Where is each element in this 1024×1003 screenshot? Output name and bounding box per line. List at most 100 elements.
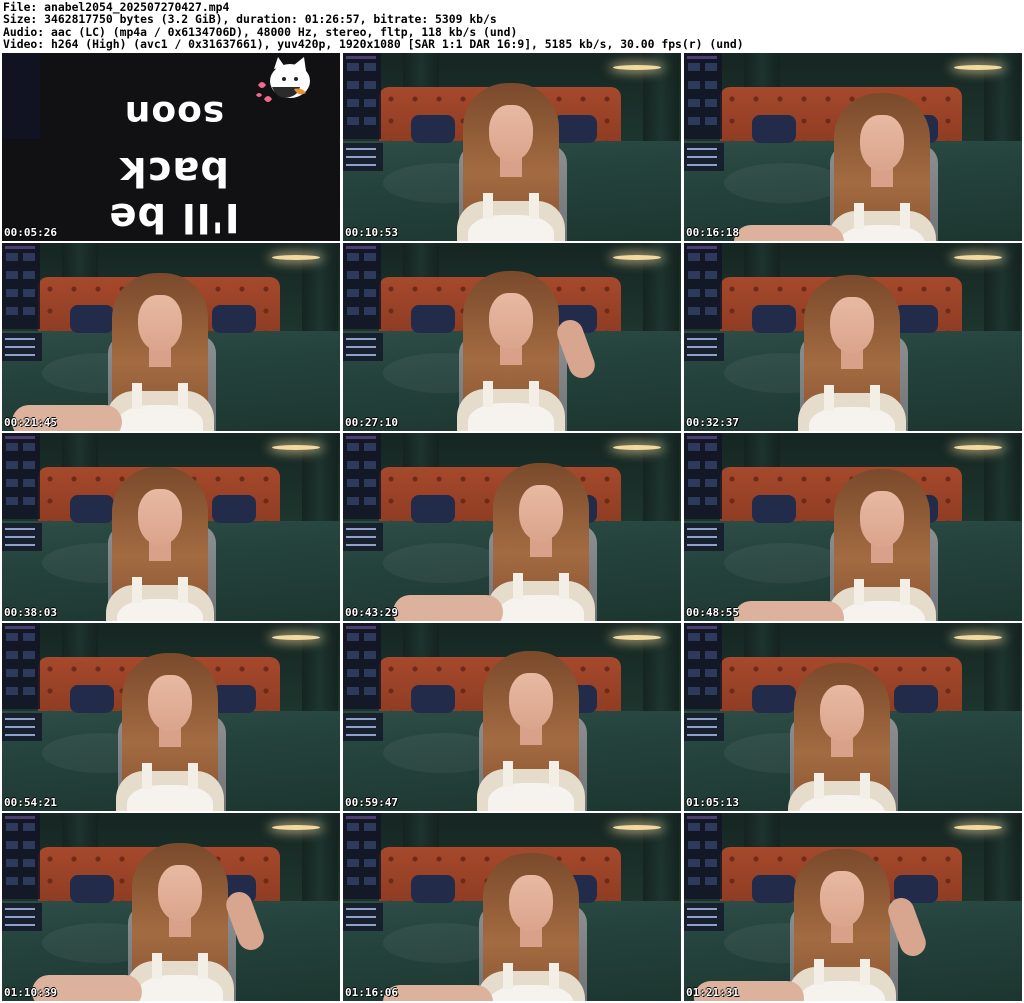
chat-line [346, 544, 376, 546]
tank-top [468, 403, 554, 431]
thumbnail-frame[interactable]: 00:43:29 [343, 433, 681, 621]
chat-line [346, 718, 376, 720]
thumbnail-frame[interactable]: 00:38:03 [2, 433, 340, 621]
pillow [752, 115, 796, 143]
chat-line [346, 908, 376, 910]
chat-line [346, 338, 376, 340]
thumbnail-frame[interactable]: 00:16:18 [684, 53, 1022, 241]
stream-stats-overlay [684, 813, 722, 899]
stats-cell [364, 497, 376, 505]
timestamp-label: 01:16:06 [345, 986, 398, 999]
stats-cell [6, 841, 18, 849]
stats-cell [364, 633, 376, 641]
stats-cell [705, 859, 717, 867]
pillow [411, 875, 455, 903]
stats-cell [6, 253, 18, 261]
stats-cell [705, 669, 717, 677]
face [820, 871, 864, 927]
stream-stats-overlay [684, 433, 722, 519]
thumbnail-frame[interactable]: 01:21:31 [684, 813, 1022, 1001]
thumbnail-frame[interactable]: 00:10:53 [343, 53, 681, 241]
stats-bar [346, 246, 376, 249]
stats-cell [23, 479, 35, 487]
ceiling-lamp [954, 825, 1002, 830]
stats-cell [6, 271, 18, 279]
chat-line [346, 156, 376, 158]
thumbnail-frame[interactable]: 01:05:13 [684, 623, 1022, 811]
top-strap [178, 383, 188, 409]
thumbnail-frame[interactable]: 00:59:47 [343, 623, 681, 811]
knee [734, 601, 844, 621]
stats-cell [364, 651, 376, 659]
chat-line [346, 924, 376, 926]
chat-line [687, 354, 717, 356]
pillow [212, 495, 256, 523]
top-strap [152, 953, 162, 979]
chat-line [687, 164, 717, 166]
thumbnail-frame[interactable]: 00:32:37 [684, 243, 1022, 431]
stats-cell [705, 633, 717, 641]
top-strap [529, 381, 539, 407]
chat-line [687, 908, 717, 910]
timestamp-label: 01:21:31 [686, 986, 739, 999]
chat-line [5, 734, 35, 736]
chat-line [687, 916, 717, 918]
thumbnail-frame[interactable]: 00:21:45 [2, 243, 340, 431]
ceiling-lamp [954, 635, 1002, 640]
chat-line [346, 726, 376, 728]
stats-cell [364, 479, 376, 487]
knee [734, 225, 844, 241]
knee [383, 985, 493, 1001]
stats-cell [688, 877, 700, 885]
tank-top [117, 405, 203, 431]
stats-cell [688, 841, 700, 849]
stats-cell [705, 651, 717, 659]
chat-line [346, 354, 376, 356]
top-strap [178, 577, 188, 603]
face [138, 489, 182, 545]
top-strap [142, 763, 152, 789]
pillow [70, 305, 114, 333]
tank-top [117, 599, 203, 621]
stats-cell [688, 289, 700, 297]
stream-stats-overlay [343, 433, 381, 519]
stats-cell [688, 859, 700, 867]
chat-line [687, 718, 717, 720]
stats-cell [23, 841, 35, 849]
top-strap [483, 193, 493, 219]
chat-overlay [2, 523, 42, 551]
chat-line [5, 908, 35, 910]
chat-line [687, 148, 717, 150]
pillow [70, 495, 114, 523]
thumbnail-frame[interactable]: 01:10:39 [2, 813, 340, 1001]
thumbnail-intro[interactable]: soon I'll be back 00:05:26 [2, 53, 340, 241]
ceiling-lamp [272, 635, 320, 640]
stats-bar [687, 56, 717, 59]
timestamp-label: 00:54:21 [4, 796, 57, 809]
pillow [411, 495, 455, 523]
thumbnail-frame[interactable]: 00:54:21 [2, 623, 340, 811]
stats-cell [688, 669, 700, 677]
thumbnail-frame[interactable]: 01:16:06 [343, 813, 681, 1001]
stats-cell [688, 461, 700, 469]
stats-cell [347, 479, 359, 487]
chat-line [346, 528, 376, 530]
thumbnail-frame[interactable]: 00:48:55 [684, 433, 1022, 621]
chat-line [687, 346, 717, 348]
pillow [553, 115, 597, 143]
pillow [894, 685, 938, 713]
stats-cell [364, 289, 376, 297]
stats-cell [364, 877, 376, 885]
stats-cell [347, 669, 359, 677]
stats-cell [364, 687, 376, 695]
chat-overlay [2, 903, 42, 931]
chat-overlay [343, 143, 383, 171]
thumbnail-frame[interactable]: 00:27:10 [343, 243, 681, 431]
chat-overlay [343, 333, 383, 361]
stats-bar [687, 246, 717, 249]
ceiling-lamp [954, 255, 1002, 260]
stream-stats-overlay [684, 53, 722, 139]
stats-cell [705, 117, 717, 125]
stats-cell [23, 497, 35, 505]
stats-bar [346, 436, 376, 439]
